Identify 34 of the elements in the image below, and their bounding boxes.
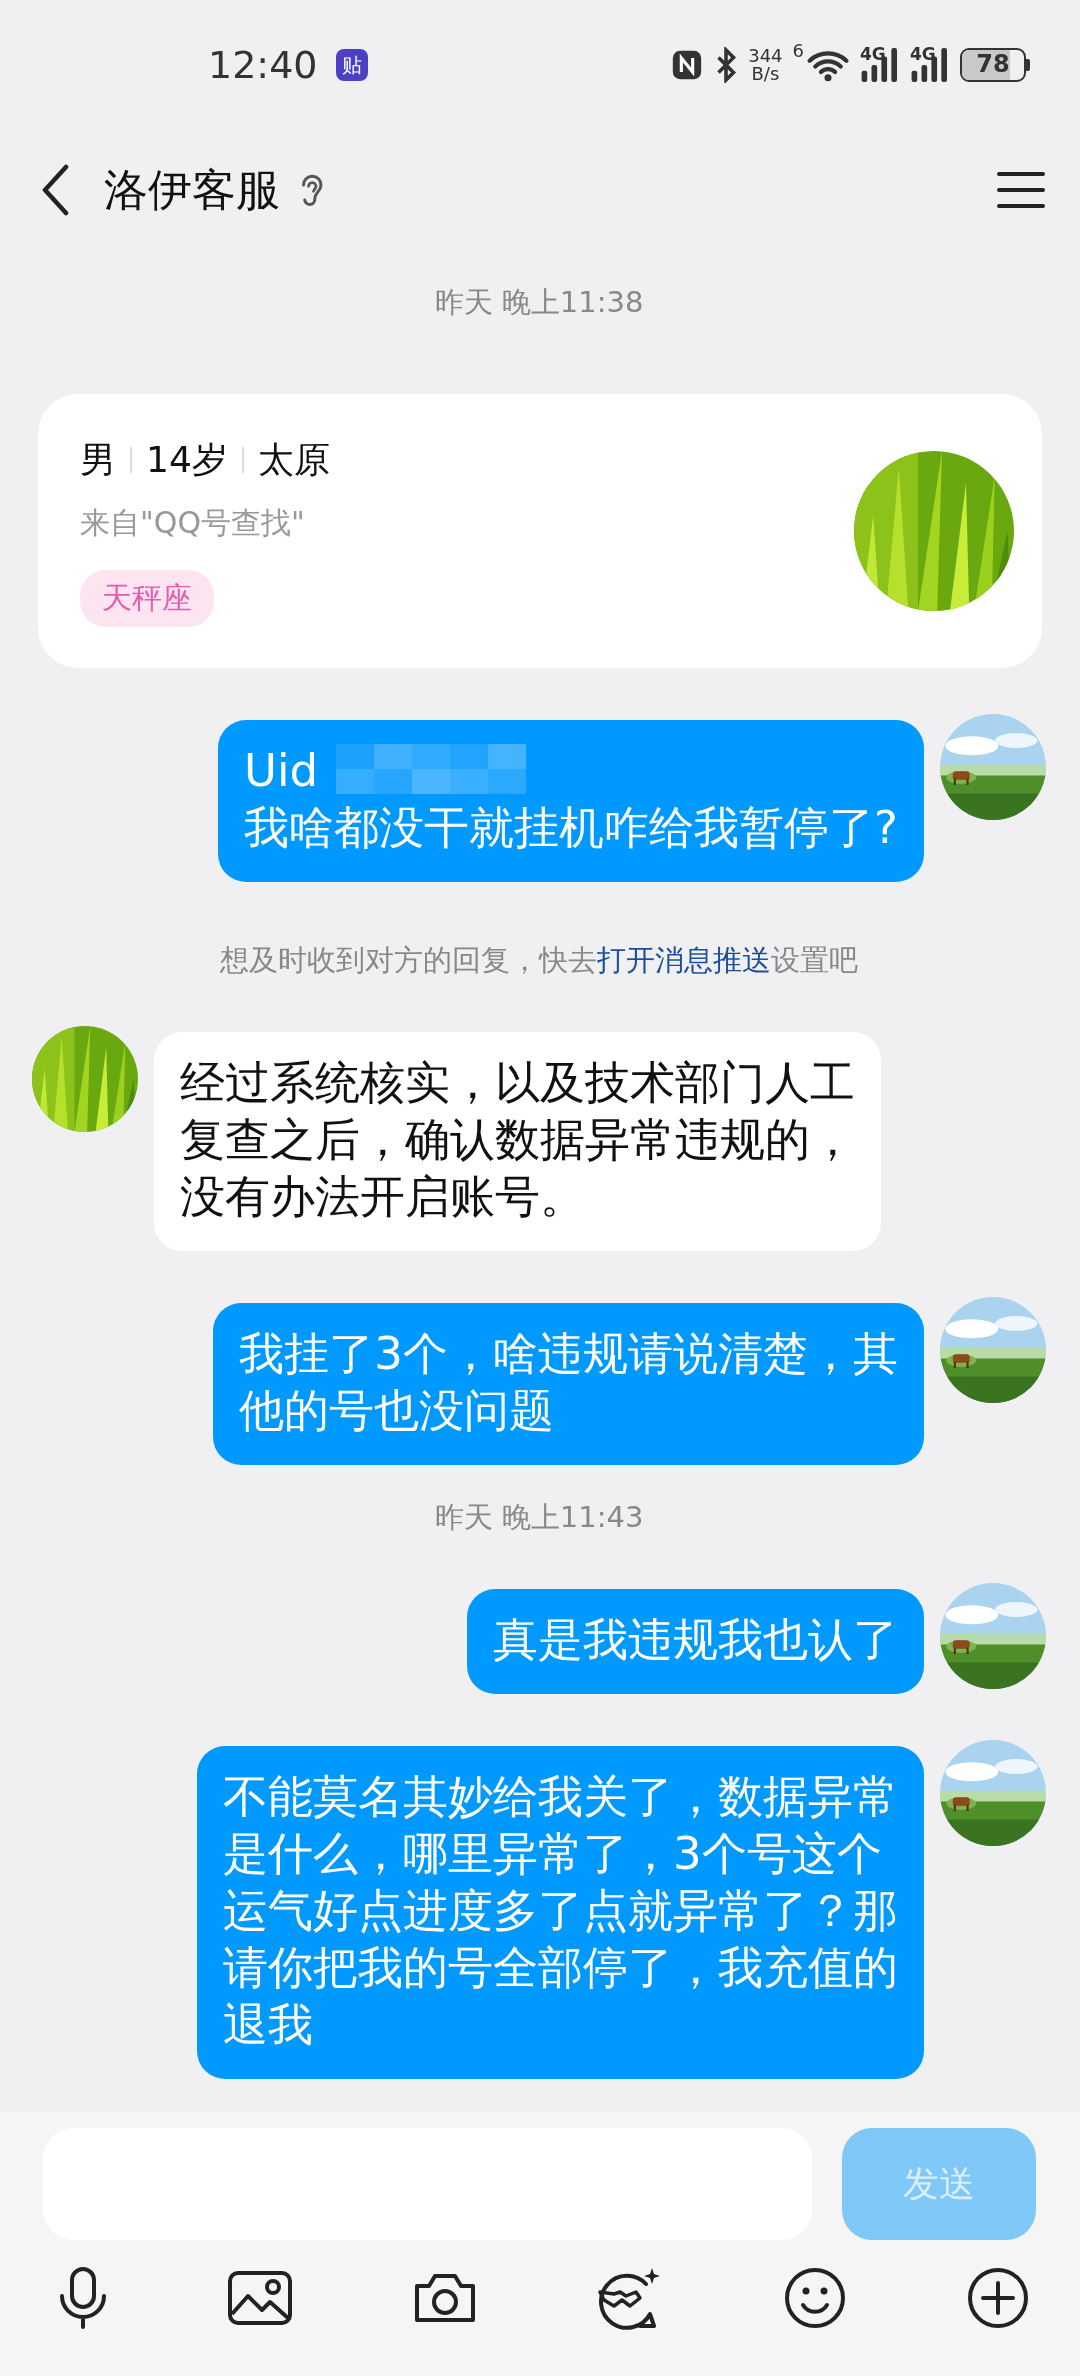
message-text: 不能莫名其妙给我关了，数据异常 是什么，哪里异常了，3个号这个 运气好点进度多了点就异常了？那 请你把我的号全部停了，我充值的 退我 [223, 1769, 898, 2053]
menu-icon[interactable] [996, 170, 1046, 210]
add-icon[interactable] [966, 2266, 1030, 2330]
signal-icon [910, 48, 950, 82]
profile-source: 来自"QQ号查找" [80, 503, 305, 542]
profile-fact: 太原 [257, 437, 330, 482]
zodiac-tag: 天秤座 [80, 569, 214, 627]
network-type: 4G [860, 44, 886, 64]
message-text: 经过系统核实，以及技术部门人工 复查之后，确认数据异常违规的， 没有办法开启账号。 [180, 1055, 855, 1225]
back-icon[interactable] [40, 164, 70, 216]
microphone-icon[interactable] [58, 2266, 108, 2330]
image-icon[interactable] [226, 2270, 293, 2326]
wifi-icon [806, 48, 850, 82]
network-speed: 344 [748, 47, 783, 65]
chat-title: 洛伊客服 [104, 162, 280, 217]
network-speed-unit: B/s [751, 65, 780, 83]
app-notification-icon: 贴 [335, 49, 368, 81]
message-timestamp: 昨天 晚上11:43 [434, 1499, 644, 1536]
bluetooth-icon [714, 47, 739, 83]
message-line: 我啥都没干就挂机咋给我暂停了? [244, 800, 898, 856]
notice-text: 想及时收到对方的回复，快去打开消息推送设置吧 [220, 942, 858, 979]
clock: 12:40 [208, 43, 318, 87]
signal-icon [860, 48, 900, 82]
message-line: Uid [244, 743, 319, 799]
message-text: 我挂了3个，啥违规请说清楚，其 他的号也没问题 [239, 1326, 898, 1439]
battery-level: 78 [975, 50, 1011, 79]
emoji-icon[interactable] [783, 2266, 848, 2330]
profile-fact: 14岁 [146, 437, 228, 482]
profile-fact: 男 [80, 437, 116, 482]
message-text: 真是我违规我也认了 [493, 1612, 898, 1668]
wifi-standard-label: 6 [792, 40, 804, 61]
message-timestamp: 昨天 晚上11:38 [434, 284, 644, 321]
push-settings-link[interactable]: 打开消息推送 [597, 943, 771, 977]
network-type: 4G [910, 44, 936, 64]
